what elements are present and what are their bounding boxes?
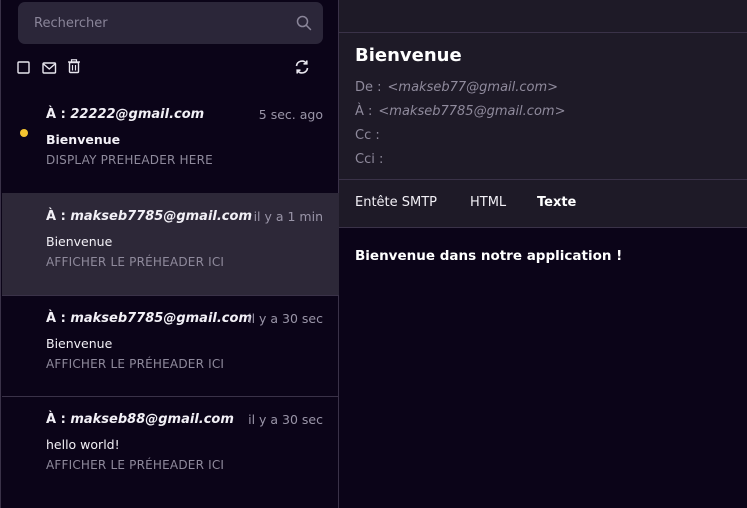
envelope-icon[interactable] <box>42 60 57 74</box>
message-time: il y a 30 sec <box>248 412 323 427</box>
trash-icon[interactable] <box>67 59 81 74</box>
message-recipient: À : makseb88@gmail.com <box>46 412 234 427</box>
detail-topbar <box>339 0 747 33</box>
refresh-icon[interactable] <box>294 59 310 75</box>
tab-smtp-header[interactable]: Entête SMTP <box>355 195 437 210</box>
message-recipient: À : 22222@gmail.com <box>46 107 205 122</box>
search-input[interactable] <box>18 2 288 44</box>
message-row[interactable]: À : makseb88@gmail.com il y a 30 sec hel… <box>2 396 339 498</box>
message-list-panel: À : 22222@gmail.com 5 sec. ago Bienvenue… <box>0 0 339 508</box>
tab-html[interactable]: HTML <box>470 195 506 210</box>
search-icon[interactable] <box>296 15 312 31</box>
message-subject: Bienvenue <box>46 132 121 147</box>
message-time: il y a 30 sec <box>248 311 323 326</box>
message-header: Bienvenue De : <makseb77@gmail.com> À : <m… <box>339 33 747 180</box>
to-line: À : <makseb7785@gmail.com> <box>355 104 566 119</box>
message-body: Bienvenue dans notre application ! <box>355 248 623 264</box>
bcc-line: Cci : <box>355 152 384 167</box>
from-line: De : <makseb77@gmail.com> <box>355 80 559 95</box>
message-preheader: DISPLAY PREHEADER HERE <box>46 153 213 167</box>
message-time: il y a 1 min <box>253 209 323 224</box>
message-preheader: AFFICHER LE PRÉHEADER ICI <box>46 458 225 472</box>
view-tabs: Entête SMTP HTML Texte <box>339 180 747 228</box>
unread-indicator <box>20 129 28 137</box>
message-title: Bienvenue <box>355 45 462 66</box>
message-row[interactable]: À : 22222@gmail.com 5 sec. ago Bienvenue… <box>2 91 339 193</box>
message-detail-panel: Bienvenue De : <makseb77@gmail.com> À : <m… <box>339 0 747 508</box>
message-preheader: AFFICHER LE PRÉHEADER ICI <box>46 255 225 269</box>
message-recipient: À : makseb7785@gmail.com <box>46 311 252 326</box>
message-subject: Bienvenue <box>46 234 113 249</box>
select-all-checkbox[interactable] <box>17 60 31 74</box>
message-subject: hello world! <box>46 437 120 452</box>
cc-line: Cc : <box>355 128 380 143</box>
message-subject: Bienvenue <box>46 336 113 351</box>
message-recipient: À : makseb7785@gmail.com <box>46 209 252 224</box>
message-row[interactable]: À : makseb7785@gmail.com il y a 30 sec B… <box>2 295 339 397</box>
message-preheader: AFFICHER LE PRÉHEADER ICI <box>46 357 225 371</box>
message-time: 5 sec. ago <box>258 107 323 122</box>
search-box[interactable] <box>18 2 323 44</box>
tab-text[interactable]: Texte <box>537 195 576 210</box>
message-row[interactable]: À : makseb7785@gmail.com il y a 1 min Bi… <box>2 193 339 295</box>
